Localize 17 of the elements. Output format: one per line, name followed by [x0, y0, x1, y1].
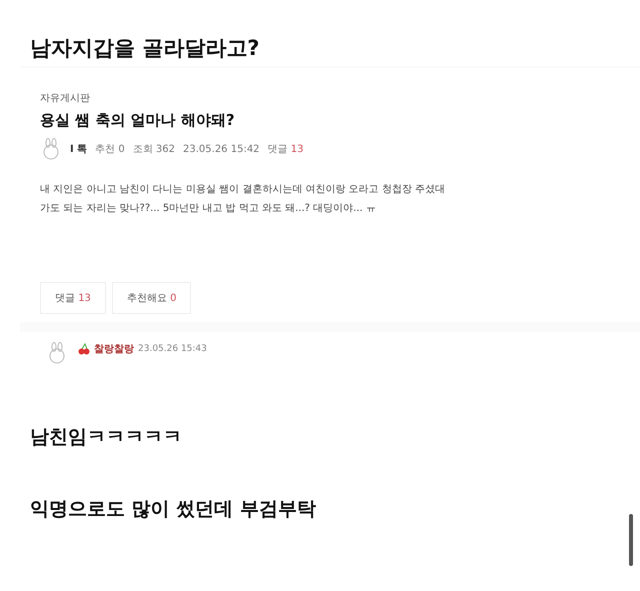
cherry-icon — [78, 343, 90, 355]
like-count: 추천 0 — [95, 143, 125, 156]
action-button[interactable]: 추천해요 0 — [112, 282, 192, 314]
comment-count: 댓글 13 — [268, 143, 304, 156]
commenter-name: 찰랑찰랑 — [94, 343, 134, 356]
scrollbar[interactable] — [629, 514, 633, 566]
action-button[interactable]: 댓글 13 — [40, 282, 106, 314]
comment-date: 23.05.26 15:43 — [138, 344, 207, 354]
view-count: 조회 362 — [132, 143, 176, 156]
thread-title: 용실 쌤 축의 얼마나 해야돼? — [40, 111, 235, 130]
post-date: 23.05.26 15:42 — [183, 144, 260, 154]
author-name: I 톡 — [70, 143, 88, 156]
post-body: 내 지인은 아니고 남친이 다니는 미용실 쌤이 결혼하시는데 여친이랑 오라고 청첩장 주셨대 가도 되는 자리는 맞나??... 5마넌만 내고 밥 먹고 와도 돼...? 대딩이야... ㅠ — [40, 183, 445, 216]
reply-text: 익명으로도 많이 썼던데 부검부탁 — [29, 497, 317, 522]
reply-text: 남친임ㅋㅋㅋㅋㅋ — [29, 425, 183, 450]
board-name: 자유게시판 — [40, 92, 90, 105]
post-title: 남자지갑을 골라달라고? — [29, 35, 260, 62]
